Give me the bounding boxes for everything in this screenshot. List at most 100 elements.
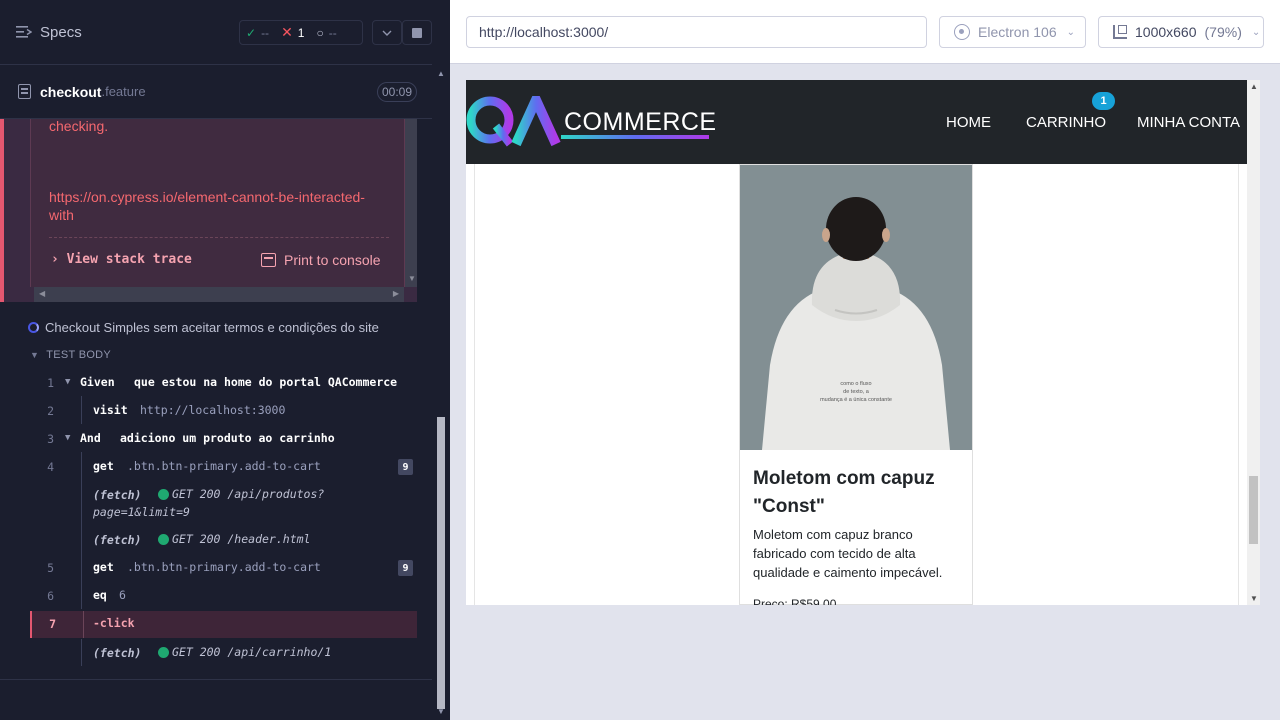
stop-icon — [412, 27, 422, 38]
runner-scrollbar[interactable]: ▲ ▼ — [432, 65, 450, 720]
failed-count: 1 — [297, 25, 305, 40]
hoodie-print-line: como o fluxo — [840, 381, 871, 387]
error-horizontal-scrollbar[interactable]: ◀ ▶ — [34, 287, 404, 302]
pending-stat: ○ -- — [310, 26, 342, 40]
command-number: 5 — [47, 561, 54, 575]
running-spinner-icon — [28, 322, 39, 333]
viewport-icon — [1113, 25, 1127, 39]
command-name: visit — [93, 403, 128, 417]
status-ok-icon — [158, 534, 169, 545]
command-message: 6 — [119, 588, 126, 602]
product-image[interactable]: como o fluxo de texto, a mudança é a úni… — [740, 165, 972, 450]
command-row[interactable]: 4 get .btn.btn-primary.add-to-cart 9 — [30, 452, 417, 480]
aut-scrollbar-thumb[interactable] — [1249, 476, 1258, 544]
scroll-down-arrow-icon[interactable]: ▼ — [1250, 594, 1258, 603]
stack-trace-label: View stack trace — [66, 252, 192, 267]
nav-cart-link[interactable]: CARRINHO — [1026, 114, 1106, 131]
command-name: And — [80, 431, 101, 445]
spec-file-icon — [18, 84, 31, 99]
x-icon: ✕ — [281, 24, 293, 40]
fetch-label: (fetch) — [93, 488, 142, 502]
chevron-down-icon: ⌄ — [1251, 26, 1261, 38]
scroll-right-arrow-icon[interactable]: ▶ — [393, 289, 399, 298]
runner-scrollbar-thumb[interactable] — [437, 417, 445, 709]
command-message: que estou na home do portal QACommerce — [134, 375, 398, 389]
pending-icon: ○ — [316, 25, 324, 40]
scroll-down-arrow-icon[interactable]: ▼ — [408, 274, 416, 283]
url-field[interactable]: http://localhost:3000/ — [466, 16, 927, 48]
command-message: .btn.btn-primary.add-to-cart — [127, 459, 321, 473]
command-row[interactable]: 2 visit http://localhost:3000 — [30, 396, 417, 424]
product-price: Preço: R$59,00 — [753, 597, 837, 605]
toggle-auto-scroll-button[interactable] — [372, 20, 402, 45]
product-title[interactable]: Moletom com capuz "Const" — [753, 465, 963, 521]
command-row[interactable]: (fetch) GET 200 /api/produtos? page=1&li… — [30, 480, 417, 526]
chevron-down-icon: ⌄ — [1066, 26, 1075, 38]
chevron-down-icon — [382, 30, 392, 36]
nav-account-link[interactable]: MINHA CONTA — [1137, 114, 1240, 131]
error-doc-link[interactable]: https://on.cypress.io/element-cannot-be-… — [49, 188, 389, 224]
command-message: adiciono um produto ao carrinho — [120, 431, 335, 445]
scroll-left-arrow-icon[interactable]: ◀ — [39, 289, 45, 298]
hoodie-print-line: de texto, a — [843, 389, 870, 395]
spec-file-row[interactable]: checkout .feature 00:09 — [0, 65, 432, 119]
spec-duration: 00:09 — [377, 82, 418, 102]
command-log: 1 ▼ Given que estou na home do portal QA… — [30, 368, 417, 666]
print-icon — [261, 253, 276, 267]
command-number: 7 — [49, 617, 56, 631]
test-stats: ✓ -- ✕ 1 ○ -- — [239, 20, 363, 45]
print-to-console-button[interactable]: Print to console — [261, 252, 381, 268]
error-divider — [49, 237, 389, 238]
command-name: eq — [93, 588, 107, 602]
spec-name: checkout — [40, 83, 102, 100]
command-name: get — [93, 560, 114, 574]
aut-iframe: COMMERCE HOME CARRINHO 1 MINHA CONTA com… — [466, 80, 1260, 605]
command-row[interactable]: 6 eq 6 — [30, 581, 417, 609]
print-label: Print to console — [284, 252, 381, 268]
check-icon: ✓ — [246, 25, 257, 40]
viewport-info[interactable]: 1000x660 (79%) ⌄ — [1098, 16, 1264, 48]
command-row[interactable]: (fetch) GET 200 /api/carrinho/1 — [30, 639, 417, 666]
nesting-guide — [81, 526, 82, 553]
nesting-guide — [81, 639, 82, 666]
error-message-box: checking. https://on.cypress.io/element-… — [30, 119, 405, 287]
logo-text: COMMERCE — [564, 108, 717, 136]
view-stack-trace-button[interactable]: › View stack trace — [51, 252, 192, 267]
specs-list-icon[interactable] — [16, 25, 32, 39]
command-row[interactable]: (fetch) GET 200 /header.html — [30, 526, 417, 553]
browser-selector[interactable]: Electron 106 ⌄ — [939, 16, 1086, 48]
product-description: Moletom com capuz branco fabricado com t… — [753, 527, 943, 580]
command-name: get — [93, 459, 114, 473]
aut-scrollbar[interactable]: ▲ ▼ — [1247, 80, 1260, 605]
test-title-text: Checkout Simples sem aceitar termos e co… — [45, 320, 379, 335]
request-line-continued: page=1&limit=9 — [93, 505, 190, 519]
command-message: .btn.btn-primary.add-to-cart — [127, 560, 321, 574]
error-vertical-scrollbar[interactable]: ▼ — [405, 119, 417, 287]
test-body-header[interactable]: ▼ TEST BODY — [30, 349, 111, 361]
command-row[interactable]: 1 ▼ Given que estou na home do portal QA… — [30, 368, 417, 396]
element-count-badge: 9 — [398, 459, 413, 475]
element-count-badge: 9 — [398, 560, 413, 576]
failed-stat: ✕ 1 — [275, 24, 310, 41]
stop-button[interactable] — [402, 20, 432, 45]
specs-label[interactable]: Specs — [40, 24, 82, 41]
command-row[interactable]: 3 ▼ And adiciono um produto ao carrinho — [30, 424, 417, 452]
url-text: http://localhost:3000/ — [479, 24, 609, 40]
hoodie-print-line: mudança é a única constante — [820, 397, 892, 403]
pending-count: -- — [328, 25, 337, 40]
failed-command-row[interactable]: 7 -click — [30, 611, 417, 638]
scroll-down-arrow-icon[interactable]: ▼ — [437, 707, 445, 716]
product-card[interactable]: como o fluxo de texto, a mudança é a úni… — [739, 164, 973, 605]
fetch-label: (fetch) — [93, 533, 142, 547]
error-text: checking. — [49, 119, 109, 134]
command-row[interactable]: 5 get .btn.btn-primary.add-to-cart 9 — [30, 553, 417, 581]
fetch-label: (fetch) — [93, 646, 142, 660]
scroll-up-arrow-icon[interactable]: ▲ — [1250, 82, 1258, 91]
test-title[interactable]: Checkout Simples sem aceitar termos e co… — [28, 320, 379, 335]
nesting-guide — [81, 581, 82, 609]
nav-home-link[interactable]: HOME — [946, 114, 991, 131]
aut-toolbar: http://localhost:3000/ Electron 106 ⌄ 10… — [450, 0, 1280, 64]
electron-icon — [954, 24, 970, 40]
runner-header: Specs — [0, 0, 432, 65]
scroll-up-arrow-icon[interactable]: ▲ — [437, 69, 445, 78]
